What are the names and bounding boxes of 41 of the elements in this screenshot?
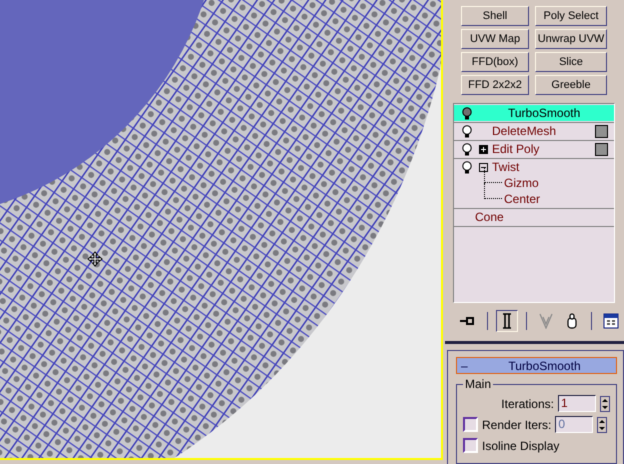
group-label: Main — [463, 377, 494, 391]
modifier-button[interactable]: Slice — [535, 52, 607, 72]
base-object-item[interactable]: Cone — [454, 209, 614, 225]
configure-sets-icon[interactable] — [603, 313, 619, 330]
modifier-stack-item[interactable]: DeleteMesh — [454, 123, 614, 139]
collapse-icon[interactable] — [479, 162, 488, 172]
expand-icon[interactable] — [479, 144, 488, 154]
move-cursor-icon — [87, 251, 103, 267]
field-label: Isoline Display — [482, 438, 560, 452]
light-bulb-icon[interactable] — [462, 142, 472, 156]
modifier-button[interactable]: Greeble — [535, 75, 607, 95]
rollout-header[interactable]: – TurboSmooth — [456, 357, 617, 374]
modifier-name: Twist — [492, 160, 520, 174]
light-bulb-icon[interactable] — [462, 160, 472, 174]
spinner-field[interactable]: 1 — [558, 395, 596, 412]
modifier-stack-item[interactable]: Edit Poly — [454, 141, 614, 157]
modifier-button[interactable]: UVW Map — [461, 29, 529, 49]
modifier-button[interactable]: Shell — [461, 6, 529, 26]
light-bulb-icon[interactable] — [462, 124, 472, 138]
field-label: Iterations: — [501, 396, 554, 410]
modifier-button[interactable]: FFD(box) — [461, 52, 529, 72]
modifier-name: Edit Poly — [492, 142, 540, 156]
remove-modifier-icon[interactable] — [567, 313, 577, 330]
field-label: Render Iters: — [482, 418, 552, 432]
sub-object-item[interactable]: Gizmo — [504, 176, 539, 190]
modifier-stack-item[interactable]: Twist — [454, 159, 614, 175]
spinner-arrows-icon[interactable] — [600, 396, 610, 412]
checkbox[interactable] — [463, 438, 478, 453]
show-end-result-icon[interactable] — [502, 313, 512, 330]
modifier-stack-item[interactable]: TurboSmooth — [454, 105, 614, 121]
modifier-name: DeleteMesh — [492, 124, 558, 138]
modifier-button[interactable]: Unwrap UVW — [535, 29, 607, 49]
rollout-title: TurboSmooth — [507, 358, 582, 372]
spinner-arrows-icon[interactable] — [597, 416, 608, 432]
modifier-name: TurboSmooth — [508, 106, 582, 120]
light-bulb-icon[interactable] — [462, 106, 472, 120]
collapse-sign: – — [461, 358, 469, 372]
pin-icon[interactable] — [459, 315, 477, 328]
modifier-button[interactable]: FFD 2x2x2 — [461, 75, 529, 95]
sub-object-item[interactable]: Center — [504, 192, 540, 206]
modifier-button[interactable]: Poly Select — [535, 6, 607, 26]
